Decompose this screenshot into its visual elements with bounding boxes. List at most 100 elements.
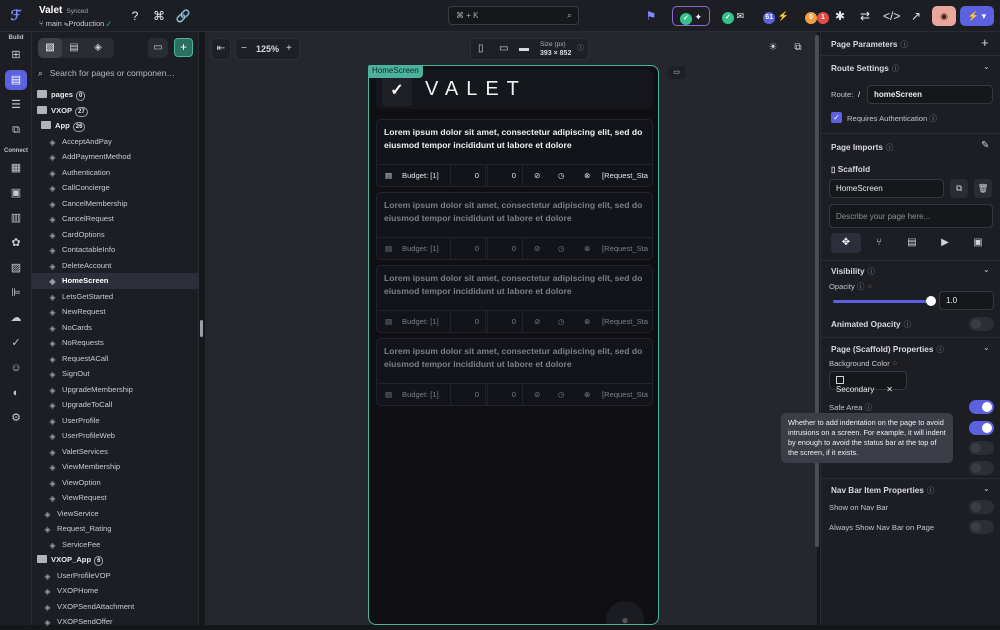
project-info[interactable]: Valet Synced ⑂ main ✎Production ✓ bbox=[39, 5, 111, 28]
command-search[interactable]: ⌘ + K ⌕ bbox=[448, 6, 579, 25]
chevron-down-icon[interactable]: ⌄ bbox=[983, 265, 990, 274]
scaffold-properties-header[interactable]: Page (Scaffold) Properties ⓘ bbox=[831, 344, 944, 355]
link-icon[interactable]: 🔗 bbox=[175, 8, 191, 24]
page-item[interactable]: ◈ VXOPSendAttachment bbox=[32, 599, 199, 615]
add-widget-icon[interactable]: ⊞ bbox=[5, 45, 27, 65]
page-item[interactable]: ◈ VXOPSendOffer bbox=[32, 614, 199, 630]
phone-frame[interactable]: ✓ VALET Lorem ipsum dolor sit amet, cons… bbox=[368, 65, 659, 625]
media-assets-icon[interactable]: ▨ bbox=[5, 258, 27, 278]
page-item[interactable]: ◈ ViewMembership bbox=[32, 459, 199, 475]
cloud-functions-icon[interactable]: ☁ bbox=[5, 308, 27, 328]
hide-keyboard-toggle[interactable] bbox=[969, 441, 994, 455]
page-item[interactable]: ◈ UserProfile bbox=[32, 413, 199, 429]
version-control-icon[interactable]: ⇄ bbox=[857, 8, 873, 24]
light-mode-icon[interactable]: ☀ bbox=[763, 38, 783, 60]
page-item[interactable]: ◈ ContactableInfo bbox=[32, 242, 199, 258]
page-item[interactable]: ◈ VXOPHome bbox=[32, 583, 199, 599]
logic-tab-icon[interactable]: ⑂ bbox=[864, 233, 894, 253]
zoom-in-icon[interactable]: + bbox=[286, 39, 292, 59]
page-item[interactable]: ◈ AcceptAndPay bbox=[32, 134, 199, 150]
pages-icon[interactable]: ▤ bbox=[5, 70, 27, 90]
navbar-properties-header[interactable]: Nav Bar Item Properties ⓘ bbox=[831, 485, 934, 496]
page-item[interactable]: ◈ SignOut bbox=[32, 366, 199, 382]
command-icon[interactable]: ⌘ bbox=[151, 8, 167, 24]
page-item[interactable]: ◈ UserProfileWeb bbox=[32, 428, 199, 444]
bug-icon[interactable]: ✱ bbox=[832, 8, 848, 24]
phone-icon[interactable]: ▯ bbox=[478, 39, 484, 59]
custom-code-icon[interactable]: ⊫ bbox=[5, 283, 27, 303]
page-parameters-header[interactable]: Page Parameters ⓘ bbox=[831, 39, 908, 50]
pages-view-icon[interactable]: ▧ bbox=[38, 38, 62, 58]
folder-item[interactable]: pages 0 bbox=[32, 87, 199, 103]
background-color-select[interactable]: Secondary ✕ bbox=[829, 371, 907, 394]
page-item[interactable]: ◈ UpgradeToCall bbox=[32, 397, 199, 413]
desktop-icon[interactable]: ▬ bbox=[519, 39, 529, 59]
folder-item[interactable]: App 26 bbox=[32, 118, 199, 134]
page-item[interactable]: ◈ RequestACall bbox=[32, 351, 199, 367]
page-item[interactable]: ◈ CancelMembership bbox=[32, 196, 199, 212]
agent-toggle[interactable]: ✓ ✦ bbox=[672, 6, 710, 26]
components-view-icon[interactable]: ▤ bbox=[62, 38, 86, 58]
status-check[interactable]: ✓ ✉ bbox=[718, 6, 748, 26]
updates-button[interactable]: 61 ⚡ bbox=[760, 6, 792, 26]
settings-icon[interactable]: ⚙ bbox=[5, 408, 27, 428]
page-item[interactable]: ◈ NoCards bbox=[32, 320, 199, 336]
request-card[interactable]: Lorem ipsum dolor sit amet, consectetur … bbox=[376, 192, 653, 260]
page-item[interactable]: ◈ ViewRequest bbox=[32, 490, 199, 506]
profile-fab[interactable]: ● bbox=[606, 601, 644, 624]
request-card[interactable]: Lorem ipsum dolor sit amet, consectetur … bbox=[376, 338, 653, 406]
requires-auth-checkbox[interactable]: ✓ bbox=[831, 112, 842, 123]
edit-pencil-icon[interactable]: ✎ bbox=[981, 140, 989, 151]
page-item[interactable]: ◈ Authentication bbox=[32, 165, 199, 181]
database-icon[interactable]: ▥ bbox=[5, 208, 27, 228]
page-search-input[interactable]: ⌕ Search for pages or componen… bbox=[38, 68, 193, 79]
run-button[interactable]: ⚡ ▾ bbox=[960, 6, 994, 26]
request-card[interactable]: Lorem ipsum dolor sit amet, consectetur … bbox=[376, 265, 653, 333]
integrations-icon[interactable]: ✿ bbox=[5, 233, 27, 253]
canvas-settings-icon[interactable]: ⧉ bbox=[788, 38, 808, 60]
screen-name-tab[interactable]: HomeScreen bbox=[368, 65, 423, 78]
folder-item[interactable]: VXOP 27 bbox=[32, 103, 199, 119]
storyboard-icon[interactable]: ⧉ bbox=[5, 120, 27, 140]
page-item[interactable]: ◈ AddPaymentMethod bbox=[32, 149, 199, 165]
add-parameter-icon[interactable]: + bbox=[981, 35, 989, 50]
zoom-out-icon[interactable]: − bbox=[241, 39, 247, 59]
agents-icon[interactable]: ☺ bbox=[5, 358, 27, 378]
page-item[interactable]: ◈ ViewOption bbox=[32, 475, 199, 491]
chevron-down-icon[interactable]: ⌄ bbox=[983, 343, 990, 352]
route-settings-header[interactable]: Route Settings ⓘ bbox=[831, 63, 899, 74]
visibility-header[interactable]: Visibility ⓘ bbox=[831, 266, 875, 277]
opacity-input[interactable]: 1.0 bbox=[939, 291, 994, 310]
delete-icon[interactable]: 🗑 bbox=[974, 179, 992, 198]
safe-area-toggle[interactable] bbox=[969, 400, 994, 414]
actions-tab-icon[interactable]: ▶ bbox=[930, 233, 960, 253]
route-input[interactable]: homeScreen bbox=[867, 85, 993, 104]
new-folder-button[interactable]: ▭ bbox=[148, 38, 168, 58]
page-item[interactable]: ◈ UpgradeMembership bbox=[32, 382, 199, 398]
disable-back-toggle[interactable] bbox=[969, 461, 994, 475]
library-view-icon[interactable]: ◈ bbox=[86, 38, 110, 58]
widget-tree-icon[interactable]: ☰ bbox=[5, 95, 27, 115]
scaffold-name-input[interactable]: HomeScreen bbox=[829, 179, 944, 198]
add-page-button[interactable]: + bbox=[174, 38, 193, 57]
panel-resize-handle[interactable] bbox=[200, 320, 203, 337]
respond-keyboard-toggle[interactable] bbox=[969, 421, 994, 435]
clear-icon[interactable]: ✕ bbox=[886, 385, 893, 394]
help-icon[interactable]: ? bbox=[127, 8, 143, 24]
page-item[interactable]: ◈ HomeScreen bbox=[32, 273, 199, 289]
page-item[interactable]: ◈ LetsGetStarted bbox=[32, 289, 199, 305]
feedback-icon[interactable]: ⚑ bbox=[643, 8, 659, 24]
code-icon[interactable]: </> bbox=[883, 8, 900, 24]
app-state-icon[interactable]: ▣ bbox=[5, 183, 27, 203]
tablet-icon[interactable]: ▭ bbox=[499, 39, 508, 59]
frame-options-icon[interactable]: ▭ bbox=[668, 66, 685, 79]
animated-opacity-toggle[interactable] bbox=[969, 317, 994, 331]
page-item[interactable]: ◈ CardOptions bbox=[32, 227, 199, 243]
page-item[interactable]: ◈ ServiceFee bbox=[32, 537, 199, 553]
state-tab-icon[interactable]: ▣ bbox=[963, 233, 993, 253]
page-item[interactable]: ◈ UserProfileVOP bbox=[32, 568, 199, 584]
show-on-navbar-toggle[interactable] bbox=[969, 500, 994, 514]
page-item[interactable]: ◈ ViewService bbox=[32, 506, 199, 522]
page-item[interactable]: ◈ NoRequests bbox=[32, 335, 199, 351]
page-item[interactable]: ◈ NewRequest bbox=[32, 304, 199, 320]
